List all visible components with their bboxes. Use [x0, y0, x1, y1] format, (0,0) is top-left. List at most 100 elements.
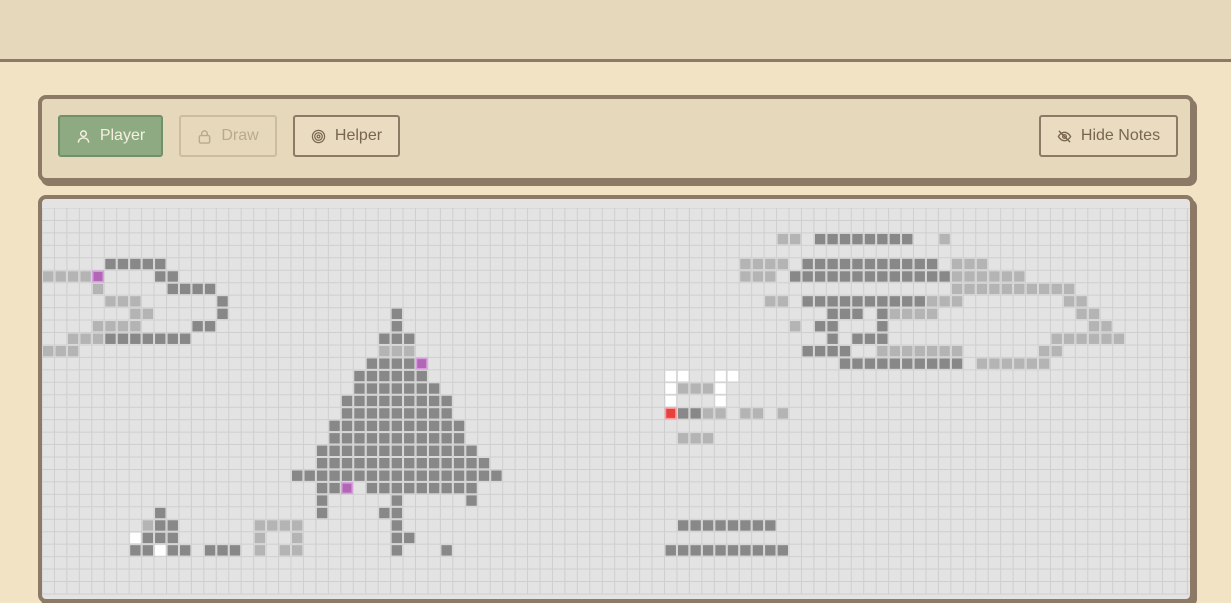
grid-cell[interactable] [1088, 333, 1100, 344]
grid-cell[interactable] [341, 445, 353, 456]
grid-cell[interactable] [366, 370, 378, 382]
grid-cell[interactable] [130, 296, 141, 307]
grid-cell[interactable] [752, 520, 764, 531]
pixel-canvas[interactable] [38, 195, 1194, 603]
grid-cell[interactable] [391, 420, 403, 432]
grid-cell[interactable] [67, 345, 79, 357]
grid-cell[interactable] [478, 458, 490, 469]
grid-cell[interactable] [802, 258, 813, 270]
grid-cell[interactable] [665, 370, 676, 382]
grid-cell[interactable] [416, 458, 427, 469]
grid-cell[interactable] [852, 308, 863, 320]
grid-cell[interactable] [765, 271, 776, 282]
grid-cell[interactable] [341, 395, 353, 407]
grid-cell[interactable] [877, 321, 888, 332]
grid-cell[interactable] [715, 408, 726, 419]
grid-cell[interactable] [889, 345, 901, 357]
grid-cell[interactable] [167, 532, 178, 544]
grid-cell[interactable] [777, 545, 788, 556]
grid-cell[interactable] [677, 408, 689, 419]
grid-cell[interactable] [391, 408, 403, 419]
player-button[interactable]: Player [58, 115, 163, 157]
grid-cell[interactable] [416, 395, 427, 407]
grid-cell[interactable] [366, 433, 378, 444]
helper-button[interactable]: Helper [293, 115, 400, 157]
grid-cell[interactable] [391, 333, 403, 344]
grid-cell[interactable] [964, 283, 975, 295]
grid-cell[interactable] [391, 383, 403, 394]
grid-cell[interactable] [304, 470, 315, 481]
grid-cell[interactable] [777, 296, 788, 307]
grid-cell[interactable] [428, 395, 440, 407]
grid-cell[interactable] [428, 470, 440, 481]
grid-cell[interactable] [802, 345, 813, 357]
grid-cell[interactable] [702, 408, 714, 419]
grid-cell[interactable] [416, 420, 427, 432]
grid-cell[interactable] [951, 271, 963, 282]
grid-cell[interactable] [677, 383, 689, 394]
grid-cell[interactable] [1101, 321, 1112, 332]
grid-cell[interactable] [926, 308, 938, 320]
grid-cell[interactable] [441, 408, 452, 419]
grid-cell[interactable] [989, 283, 1000, 295]
grid-cell[interactable] [951, 283, 963, 295]
grid-cell[interactable] [740, 258, 751, 270]
grid-cell[interactable] [1088, 321, 1100, 332]
grid-cell[interactable] [914, 271, 925, 282]
grid-cell[interactable] [677, 433, 689, 444]
grid-cell[interactable] [441, 420, 452, 432]
grid-cell[interactable] [1039, 283, 1050, 295]
grid-cell[interactable] [391, 482, 403, 494]
grid-cell[interactable] [1014, 283, 1025, 295]
grid-cell[interactable] [192, 321, 203, 332]
grid-cell[interactable] [715, 545, 726, 556]
grid-cell[interactable] [677, 370, 689, 382]
grid-cell[interactable] [428, 408, 440, 419]
grid-cell[interactable] [379, 358, 390, 369]
grid-cell[interactable] [379, 345, 390, 357]
grid-cell[interactable] [404, 482, 415, 494]
grid-cell[interactable] [1063, 283, 1075, 295]
grid-cell[interactable] [229, 545, 241, 556]
grid-cell[interactable] [354, 395, 365, 407]
grid-cell[interactable] [43, 345, 54, 357]
grid-cell[interactable] [316, 445, 328, 456]
grid-cell[interactable] [366, 445, 378, 456]
grid-cell[interactable] [204, 283, 216, 295]
grid-cell[interactable] [827, 258, 838, 270]
grid-cell[interactable] [715, 520, 726, 531]
grid-cell[interactable] [976, 258, 988, 270]
grid-cell[interactable] [354, 420, 365, 432]
grid-cell[interactable] [391, 358, 403, 369]
grid-cell[interactable] [1014, 271, 1025, 282]
grid-cell[interactable] [690, 433, 701, 444]
grid-cell[interactable] [740, 271, 751, 282]
grid-cell[interactable] [404, 345, 415, 357]
grid-cell[interactable] [1076, 296, 1087, 307]
grid-cell[interactable] [391, 321, 403, 332]
grid-cell[interactable] [964, 258, 975, 270]
grid-cell[interactable] [117, 333, 129, 344]
grid-cell[interactable] [142, 308, 154, 320]
grid-cell[interactable] [827, 321, 838, 332]
grid-cell[interactable] [254, 520, 266, 531]
grid-cell[interactable] [777, 408, 788, 419]
grid-cell[interactable] [951, 358, 963, 369]
grid-cell[interactable] [379, 395, 390, 407]
grid-cell[interactable] [391, 370, 403, 382]
grid-cell[interactable] [740, 545, 751, 556]
grid-cell[interactable] [404, 470, 415, 481]
grid-cell[interactable] [416, 383, 427, 394]
grid-cell[interactable] [130, 545, 141, 556]
grid-cell[interactable] [752, 258, 764, 270]
grid-cell[interactable] [354, 370, 365, 382]
grid-cell[interactable] [939, 233, 950, 245]
grid-cell[interactable] [466, 495, 477, 506]
grid-cell[interactable] [316, 482, 328, 494]
grid-cell[interactable] [1014, 358, 1025, 369]
grid-cell[interactable] [877, 358, 888, 369]
marked-cell[interactable] [92, 270, 104, 283]
grid-cell[interactable] [902, 296, 913, 307]
grid-cell[interactable] [105, 333, 116, 344]
grid-cell[interactable] [466, 458, 477, 469]
